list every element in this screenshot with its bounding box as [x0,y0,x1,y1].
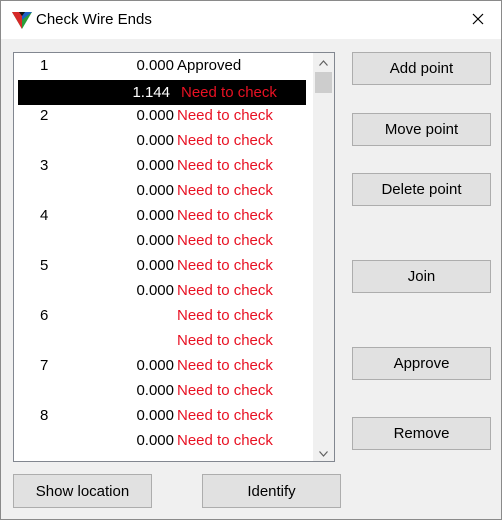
list-item[interactable]: 0.000 Need to check [14,128,310,153]
chevron-down-icon [319,444,328,461]
wire-status: Need to check [177,232,273,249]
list-item[interactable]: 8 0.000 Need to check [14,403,310,428]
approve-button[interactable]: Approve [352,347,491,380]
list-item[interactable]: 0.000 Need to check [14,228,310,253]
wire-value: 0.000 [136,382,174,399]
wire-value: 0.000 [136,357,174,374]
remove-button[interactable]: Remove [352,417,491,450]
list-item[interactable]: 4 0.000 Need to check [14,203,310,228]
wire-value: 1.144 [132,84,170,101]
wire-value: 0.000 [136,57,174,74]
wire-status: Need to check [177,257,273,274]
wire-status: Need to check [177,307,273,324]
wire-status: Need to check [177,107,273,124]
wire-value: 0.000 [136,407,174,424]
title-bar: Check Wire Ends [1,1,501,39]
wire-id: 7 [40,357,49,374]
list-item[interactable]: 6 Need to check [14,303,310,328]
wire-status: Need to check [177,382,273,399]
wire-ends-list[interactable]: 1 0.000 Approved 1.144 Need to check 2 0.000 Ne… [13,52,335,462]
scroll-up-button[interactable] [313,53,334,70]
wire-value: 0.000 [136,257,174,274]
close-button[interactable] [455,1,501,39]
wire-status: Need to check [177,407,273,424]
identify-button[interactable]: Identify [202,474,341,508]
wire-value: 0.000 [136,157,174,174]
wire-id: 6 [40,307,49,324]
move-point-button[interactable]: Move point [352,113,491,146]
wire-id: 8 [40,407,49,424]
wire-id: 2 [40,107,49,124]
wire-status: Need to check [177,207,273,224]
join-button[interactable]: Join [352,260,491,293]
wire-value: 0.000 [136,432,174,449]
wire-status: Need to check [177,132,273,149]
wire-value: 0.000 [136,182,174,199]
wire-status: Need to check [177,357,273,374]
wire-id: 1 [40,57,49,74]
wire-value: 0.000 [136,107,174,124]
list-item[interactable]: Need to check [14,328,310,353]
delete-point-button[interactable]: Delete point [352,173,491,206]
wire-value: 0.000 [136,132,174,149]
wire-id: 3 [40,157,49,174]
wire-status: Need to check [181,84,277,101]
add-point-button[interactable]: Add point [352,52,491,85]
check-wire-ends-dialog: Check Wire Ends 1 0.000 Approved 1.144 Need … [0,0,502,520]
list-item[interactable]: 3 0.000 Need to check [14,153,310,178]
vertical-scrollbar[interactable] [313,53,334,461]
app-logo-icon [11,10,33,30]
wire-value: 0.000 [136,207,174,224]
wire-status: Need to check [177,432,273,449]
list-item[interactable]: 0.000 Need to check [14,428,310,453]
wire-id: 5 [40,257,49,274]
wire-id: 4 [40,207,49,224]
wire-status: Need to check [177,282,273,299]
list-item[interactable]: 2 0.000 Need to check [14,103,310,128]
window-title: Check Wire Ends [36,11,152,28]
list-item[interactable]: 5 0.000 Need to check [14,253,310,278]
list-rows: 1 0.000 Approved 1.144 Need to check 2 0.000 Ne… [14,53,310,453]
list-item[interactable]: 0.000 Need to check [14,178,310,203]
close-icon [472,12,484,29]
wire-status: Need to check [177,332,273,349]
list-item[interactable]: 0.000 Need to check [14,378,310,403]
wire-value: 0.000 [136,232,174,249]
wire-status: Need to check [177,182,273,199]
list-item-selected[interactable]: 1.144 Need to check [18,80,306,105]
list-item[interactable]: 1 0.000 Approved [14,53,310,78]
wire-value: 0.000 [136,282,174,299]
wire-status: Approved [177,57,242,74]
chevron-up-icon [319,53,328,70]
list-item[interactable]: 0.000 Need to check [14,278,310,303]
scroll-down-button[interactable] [313,444,334,461]
show-location-button[interactable]: Show location [13,474,152,508]
list-item[interactable]: 7 0.000 Need to check [14,353,310,378]
scroll-thumb[interactable] [315,72,332,93]
wire-status: Need to check [177,157,273,174]
